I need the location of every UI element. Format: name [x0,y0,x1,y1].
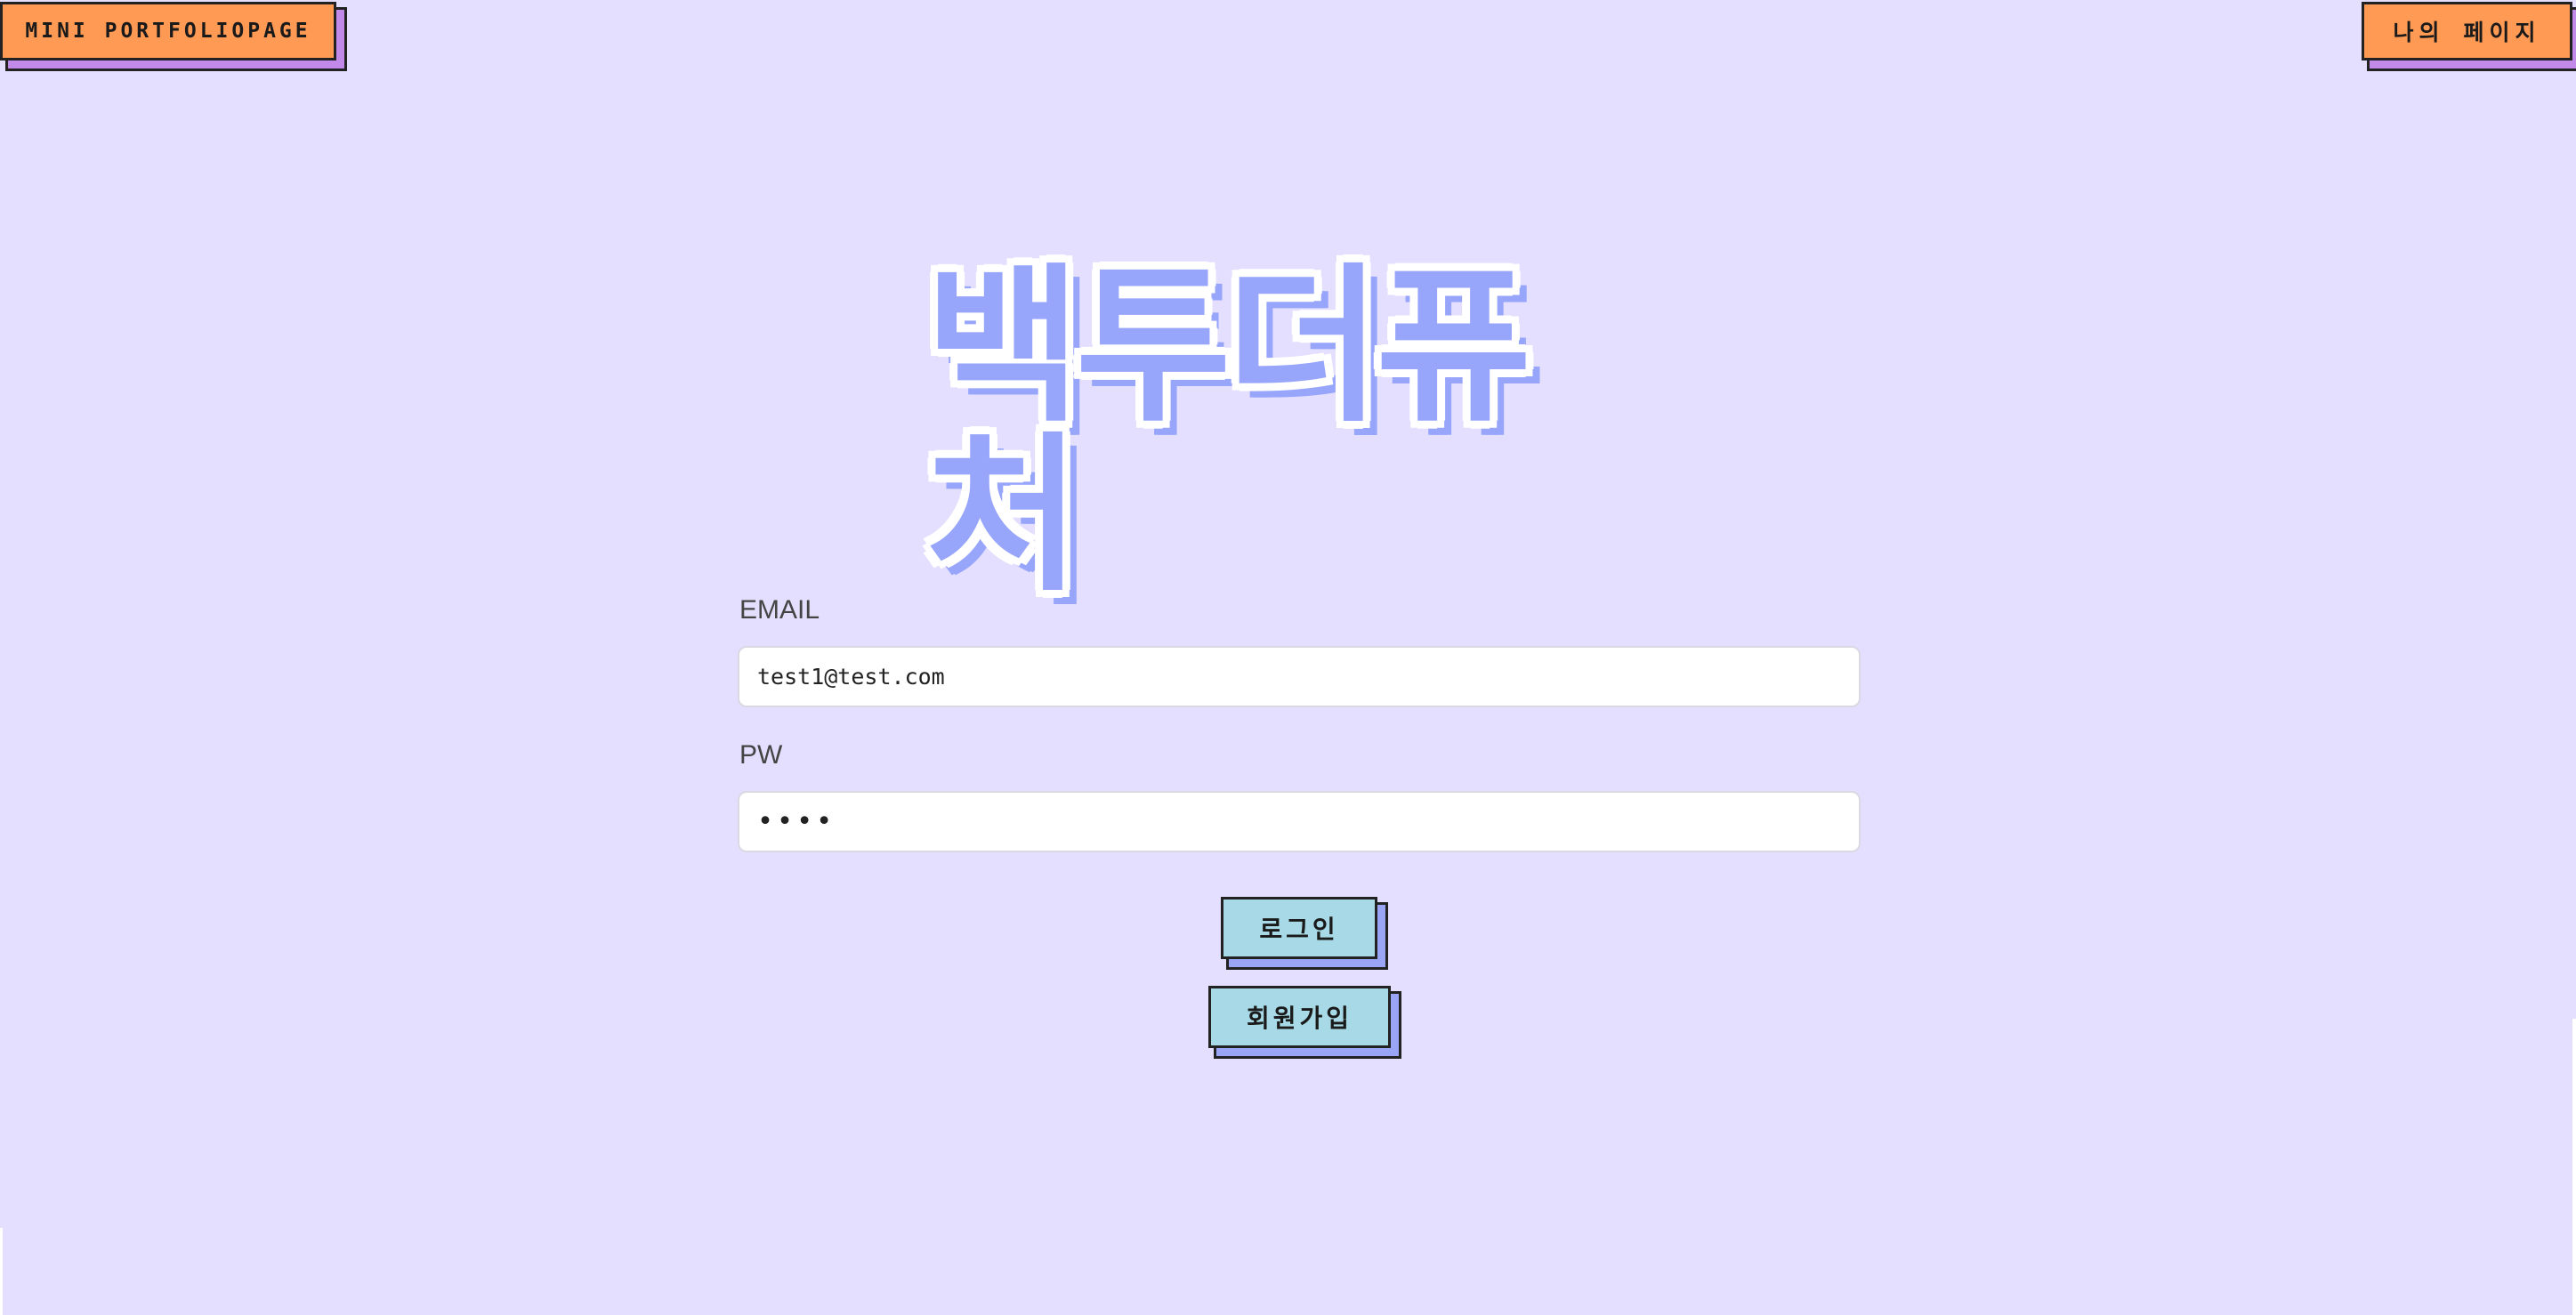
edge-strip-right [2572,1019,2576,1315]
page-background: MINI PORTFOLIOPAGE 나의 페이지 백투더퓨처 EMAIL PW… [0,0,2576,1315]
email-field[interactable] [738,646,1861,707]
login-form: EMAIL PW [738,594,1861,852]
logo: 백투더퓨처 [925,262,1673,601]
password-label: PW [739,740,783,770]
logo-title: 백투더퓨처 [925,248,1531,614]
email-label: EMAIL [739,595,820,625]
signup-button[interactable]: 회원가입 [1208,986,1391,1048]
home-nav-button[interactable]: MINI PORTFOLIOPAGE [0,2,336,61]
login-button[interactable]: 로그인 [1221,897,1377,959]
my-page-button[interactable]: 나의 페이지 [2362,2,2572,61]
password-field[interactable] [738,791,1861,852]
edge-strip-left [0,1228,3,1315]
